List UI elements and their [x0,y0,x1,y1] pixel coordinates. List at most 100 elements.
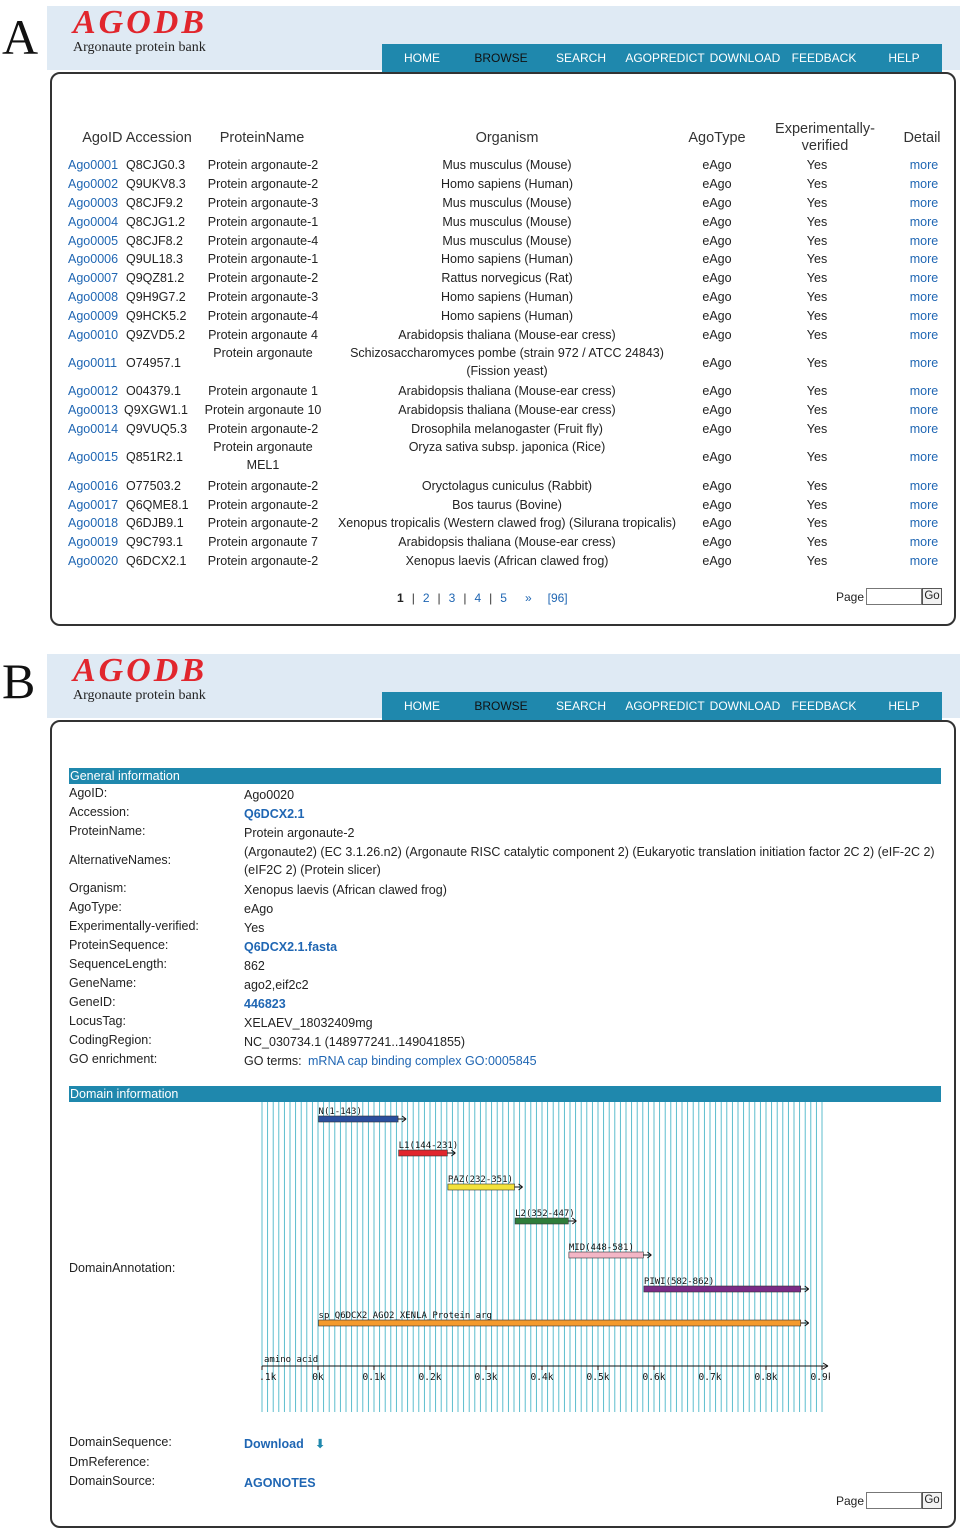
nav-agopredict[interactable]: AGOPREDICT [622,44,708,72]
logo-a[interactable]: AGODB [73,6,207,40]
more-link[interactable]: more [904,533,944,551]
ago-id-link[interactable]: Ago0016 [68,477,118,495]
domain-label: DomainSequence: [69,1435,172,1449]
ago-id-link[interactable]: Ago0010 [68,326,118,344]
info-value-link[interactable]: Q6DCX2.1.fasta [244,938,944,956]
page-jump-input[interactable] [866,588,922,605]
col-header-id-accession[interactable]: AgoID Accession [72,130,202,147]
domain-value-link[interactable]: AGONOTES [244,1474,944,1492]
nav-download[interactable]: DOWNLOAD [708,44,782,72]
more-link[interactable]: more [904,496,944,514]
info-row: Accession: Q6DCX2.1 [52,805,958,824]
verified-cell: Yes [806,403,828,418]
x-tick-label: 0.8k [755,1372,778,1383]
x-tick-label: 0.7k [699,1372,722,1383]
nav-download[interactable]: DOWNLOAD [708,692,782,720]
page-link-4[interactable]: 4 [474,591,481,605]
more-link[interactable]: more [904,401,944,419]
page-link-5[interactable]: 5 [500,591,507,605]
ago-id-link[interactable]: Ago0019 [68,533,118,551]
ago-id-link[interactable]: Ago0004 [68,213,118,231]
agotype-cell: eAgo [702,384,732,399]
x-axis-label: amino acid [264,1355,318,1365]
domain-label: L1(144-231) [399,1141,459,1151]
nav-agopredict[interactable]: AGOPREDICT [622,692,708,720]
info-row: GO enrichment: GO terms: mRNA cap binding … [52,1052,958,1071]
logo-b[interactable]: AGODB [73,654,207,688]
nav-help[interactable]: HELP [866,692,942,720]
more-link[interactable]: more [904,382,944,400]
info-label: GeneName: [69,976,137,990]
nav-search[interactable]: SEARCH [540,44,622,72]
ago-id-link[interactable]: Ago0014 [68,420,118,438]
ago-id-link[interactable]: Ago0013 [68,401,118,419]
col-header-verified[interactable]: Experimentally-verified [764,121,886,155]
ago-id-link[interactable]: Ago0017 [68,496,118,514]
go-button[interactable]: Go [922,588,942,605]
more-link[interactable]: more [904,269,944,287]
nav-home[interactable]: HOME [382,692,462,720]
page-next[interactable]: » [525,591,532,605]
col-header-agotype[interactable]: AgoType [680,130,754,147]
nav-search[interactable]: SEARCH [540,692,622,720]
ago-id-link[interactable]: Ago0018 [68,514,118,532]
more-link[interactable]: more [904,552,944,570]
more-link[interactable]: more [904,175,944,193]
nav-help[interactable]: HELP [866,44,942,72]
nav-home[interactable]: HOME [382,44,462,72]
more-link[interactable]: more [904,354,944,372]
go-term-link[interactable]: mRNA cap binding complex GO:0005845 [308,1052,708,1070]
ago-id-link[interactable]: Ago0001 [68,156,118,174]
info-value: (Argonaute2) (EC 3.1.26.n2) (Argonaute R… [244,845,935,877]
more-link[interactable]: more [904,448,944,466]
info-value: XELAEV_18032409mg [244,1016,373,1030]
ago-id-link[interactable]: Ago0011 [68,354,117,372]
ago-id-link[interactable]: Ago0006 [68,250,118,268]
ago-id-link[interactable]: Ago0020 [68,552,118,570]
more-link[interactable]: more [904,477,944,495]
col-header-organism[interactable]: Organism [432,130,582,147]
page-link-2[interactable]: 2 [423,591,430,605]
info-value-link[interactable]: Q6DCX2.1 [244,805,944,823]
col-header-protein-name[interactable]: ProteinName [207,130,317,147]
ago-id-link[interactable]: Ago0008 [68,288,118,306]
ago-id-link[interactable]: Ago0005 [68,232,118,250]
more-link[interactable]: more [904,194,944,212]
more-link[interactable]: more [904,420,944,438]
nav-feedback[interactable]: FEEDBACK [782,44,866,72]
more-link[interactable]: more [904,307,944,325]
table-row: Ago0004 Q8CJG1.2 Protein argonaute-1 Mus mu… [52,212,958,231]
organism-cell: Arabidopsis thaliana (Mouse-ear cress) [398,535,616,550]
page-jump-input-b[interactable] [866,1492,922,1509]
ago-id-link[interactable]: Ago0012 [68,382,118,400]
more-link[interactable]: more [904,250,944,268]
nav-browse[interactable]: BROWSE [462,44,540,72]
accession-cell: O04379.1 [126,384,181,399]
domain-value-link[interactable]: Download [244,1435,944,1453]
more-link[interactable]: more [904,232,944,250]
ago-id-link[interactable]: Ago0003 [68,194,118,212]
info-row: CodingRegion: NC_030734.1 (148977241..149… [52,1033,958,1052]
page-last[interactable]: [96] [548,591,568,605]
more-link[interactable]: more [904,514,944,532]
ago-id-link[interactable]: Ago0015 [68,448,118,466]
page-link-3[interactable]: 3 [449,591,456,605]
more-link[interactable]: more [904,326,944,344]
more-link[interactable]: more [904,213,944,231]
more-link[interactable]: more [904,288,944,306]
agotype-cell: eAgo [702,252,732,267]
info-value-link[interactable]: 446823 [244,995,944,1013]
nav-browse[interactable]: BROWSE [462,692,540,720]
ago-id-link[interactable]: Ago0007 [68,269,118,287]
info-row: Experimentally-verified: Yes [52,919,958,938]
ago-id-link[interactable]: Ago0009 [68,307,118,325]
go-button-b[interactable]: Go [922,1492,942,1509]
download-arrow-icon[interactable]: ⬇ [315,1435,335,1453]
protein-name-cell: Protein argonaute-4 [207,308,319,323]
ago-id-link[interactable]: Ago0002 [68,175,118,193]
nav-feedback[interactable]: FEEDBACK [782,692,866,720]
info-row: Organism: Xenopus laevis (African clawed … [52,881,958,900]
domain-label: PAZ(232-351) [448,1175,513,1185]
more-link[interactable]: more [904,156,944,174]
verified-cell: Yes [806,308,828,323]
